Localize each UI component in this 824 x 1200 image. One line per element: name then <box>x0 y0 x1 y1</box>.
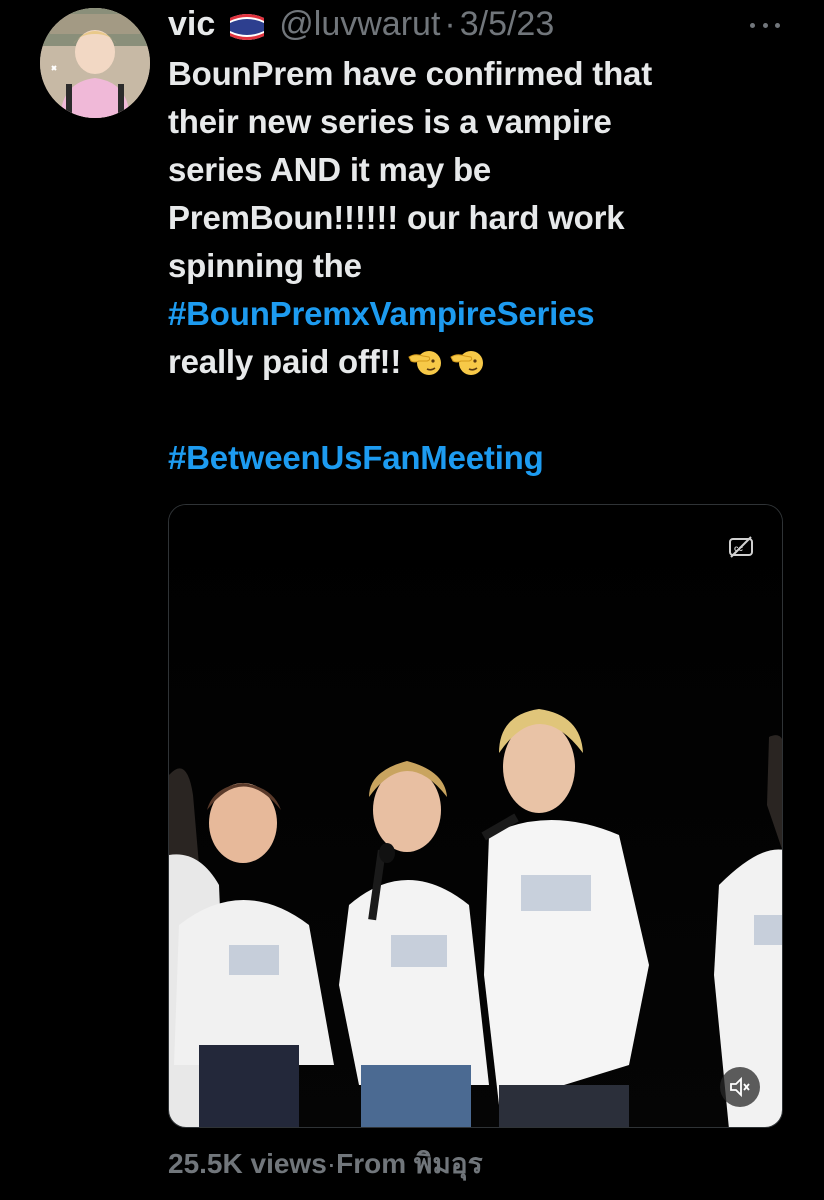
hashtag-link[interactable]: #BounPremxVampireSeries <box>168 290 768 338</box>
display-name[interactable]: vic <box>168 2 215 46</box>
header-separator: · <box>444 5 456 43</box>
hashtag-link[interactable]: #BetweenUsFanMeeting <box>168 434 768 482</box>
tweet-text-line-with-emoji: really paid off!! <box>168 338 768 386</box>
captions-off-icon[interactable]: cc <box>728 535 754 559</box>
tweet-header: vic @luvwarut · 3/5/23 <box>168 2 554 46</box>
volume-muted-icon[interactable] <box>720 1067 760 1107</box>
hand-pointing-face-emoji-icon <box>449 343 485 379</box>
tweet-text-line: PremBoun!!!!!! our hard work <box>168 199 625 236</box>
tweet-text-line: really paid off!! <box>168 343 402 380</box>
views-label: views <box>242 1148 327 1179</box>
tweet-footer: 25.5K views·From พิมอุร <box>168 1144 483 1184</box>
tweet-text-line: spinning the <box>168 247 362 284</box>
thailand-flag-icon <box>227 9 267 40</box>
tweet: vic @luvwarut · 3/5/23 BounPrem have con… <box>0 0 824 1200</box>
video-player[interactable]: cc <box>168 504 783 1128</box>
hand-pointing-face-emoji-icon <box>407 343 443 379</box>
user-handle[interactable]: @luvwarut <box>279 2 440 46</box>
more-horizontal-icon[interactable] <box>750 20 780 30</box>
video-frame <box>169 505 782 1127</box>
tweet-text: BounPrem have confirmed that their new s… <box>168 50 768 482</box>
tweet-text-line: series AND it may be <box>168 151 492 188</box>
tweet-date[interactable]: 3/5/23 <box>460 2 555 46</box>
tweet-text-line: their new series is a vampire <box>168 103 612 140</box>
avatar[interactable] <box>40 8 150 118</box>
source-prefix: From <box>336 1148 414 1179</box>
views-count: 25.5K <box>168 1148 243 1179</box>
source-app-link[interactable]: พิมอุร <box>414 1148 483 1179</box>
tweet-text-line: BounPrem have confirmed that <box>168 55 652 92</box>
footer-separator: · <box>326 1148 337 1179</box>
